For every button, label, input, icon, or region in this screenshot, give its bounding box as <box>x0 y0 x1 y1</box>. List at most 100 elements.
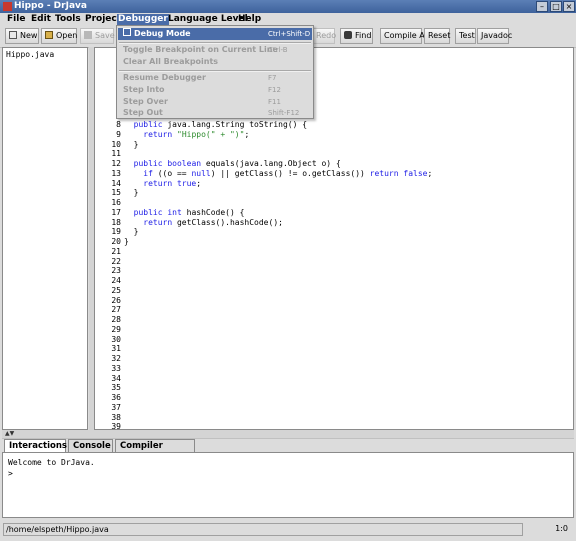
new-label: New <box>20 31 38 40</box>
checkbox-icon[interactable] <box>123 28 131 36</box>
code-line[interactable]: return "Hippo(" + ")"; <box>124 130 249 140</box>
code-token: ) || getClass() != o.getClass()) <box>210 168 370 178</box>
prompt[interactable]: > <box>8 469 13 478</box>
code-line[interactable]: return true; <box>124 179 201 189</box>
line-number: 19 <box>111 227 121 237</box>
menu-debugger[interactable]: Debugger <box>117 14 169 25</box>
menu-item-toggle-breakpoint[interactable]: Toggle Breakpoint on Current Line Ctrl-B <box>118 44 312 56</box>
file-item-hippo[interactable]: Hippo.java <box>6 50 54 59</box>
menu-item-debug-mode[interactable]: Debug Mode Ctrl+Shift-D <box>118 28 312 40</box>
code-token: public int <box>133 207 182 217</box>
menu-item-step-out[interactable]: Step Out Shift-F12 <box>118 107 312 119</box>
javadoc-label: Javadoc <box>481 31 513 40</box>
menu-item-label: Step Out <box>123 108 163 117</box>
window-title: Hippo - DrJava <box>14 1 87 11</box>
status-bar: /home/elspeth/Hippo.java 1:0 <box>0 521 576 539</box>
test-button[interactable]: Test <box>455 28 476 44</box>
menu-tools[interactable]: Tools <box>54 14 82 25</box>
find-button[interactable]: Find <box>340 28 373 44</box>
maximize-icon[interactable]: □ <box>550 1 562 12</box>
line-number: 8 <box>116 120 121 129</box>
code-line[interactable]: return getClass().hashCode(); <box>124 218 283 228</box>
reset-label: Reset <box>428 31 451 40</box>
code-token: equals(java.lang.Object o) { <box>201 159 341 168</box>
code-line[interactable]: } <box>124 188 139 198</box>
save-icon <box>84 31 92 39</box>
tab-interactions[interactable]: Interactions <box>4 439 67 452</box>
code-token: } <box>124 188 139 198</box>
shortcut-text: Shift-F12 <box>268 109 300 117</box>
line-number: 33 <box>111 363 121 373</box>
status-file-path: /home/elspeth/Hippo.java <box>3 523 523 536</box>
line-number: 37 <box>111 402 121 412</box>
code-token: return false <box>369 168 428 178</box>
tab-console[interactable]: Console <box>68 439 113 452</box>
code-token: return true <box>143 178 197 188</box>
file-tree-pane[interactable]: Hippo.java <box>2 47 88 430</box>
cursor-position: 1:0 <box>555 524 568 533</box>
menu-file[interactable]: File <box>6 14 26 25</box>
debugger-menu-dropdown: Debug Mode Ctrl+Shift-D Toggle Breakpoin… <box>116 25 314 119</box>
code-token: hashCode() { <box>181 207 245 217</box>
line-number: 27 <box>111 305 121 315</box>
close-icon[interactable]: × <box>563 1 575 12</box>
code-token: ; <box>244 129 250 139</box>
line-number: 29 <box>111 324 121 334</box>
save-button[interactable]: Save <box>80 28 115 44</box>
code-line[interactable]: } <box>124 237 129 247</box>
line-number: 34 <box>111 373 121 383</box>
line-number: 18 <box>111 217 121 227</box>
interactions-pane[interactable]: Welcome to DrJava. > <box>2 452 574 518</box>
menu-item-clear-breakpoints[interactable]: Clear All Breakpoints <box>118 56 312 68</box>
line-number: 15 <box>111 188 121 198</box>
shortcut-text: Ctrl+Shift-D <box>268 30 311 38</box>
line-number: 10 <box>111 139 121 149</box>
splitter-arrows-icon[interactable]: ▲▼ <box>5 430 14 437</box>
javadoc-button[interactable]: Javadoc <box>477 28 513 44</box>
shortcut-text: Ctrl-B <box>268 46 288 54</box>
redo-label: Redo <box>316 31 337 40</box>
code-token: } <box>124 227 139 237</box>
code-line[interactable]: } <box>124 227 139 237</box>
redo-button[interactable]: Redo <box>313 28 337 44</box>
drjava-app-icon <box>3 2 12 11</box>
code-token: public boolean <box>133 159 202 168</box>
open-button[interactable]: Open <box>41 28 77 44</box>
compile-all-label: Compile All <box>384 31 430 40</box>
minimize-icon[interactable]: – <box>536 1 548 12</box>
code-line[interactable]: public int hashCode() { <box>124 207 245 218</box>
line-number: 20 <box>111 237 121 246</box>
new-file-icon <box>9 31 17 39</box>
code-line[interactable]: public java.lang.String toString() { <box>124 120 307 130</box>
horizontal-splitter[interactable]: ▲▼ <box>2 430 574 439</box>
code-line[interactable]: if ((o == null) || getClass() != o.getCl… <box>124 169 432 179</box>
line-number: 12 <box>111 159 121 168</box>
code-token: getClass().hashCode(); <box>172 217 283 227</box>
shortcut-text: F7 <box>268 74 277 82</box>
menu-help[interactable]: Help <box>237 14 262 25</box>
line-number: 30 <box>111 334 121 344</box>
code-token: ((o == <box>152 168 192 178</box>
menu-item-label: Clear All Breakpoints <box>123 57 219 66</box>
line-number: 21 <box>111 246 121 256</box>
code-token: public <box>133 120 163 129</box>
menu-edit[interactable]: Edit <box>30 14 52 25</box>
code-line[interactable]: public boolean equals(java.lang.Object o… <box>124 159 341 169</box>
new-button[interactable]: New <box>5 28 39 44</box>
menu-item-step-into[interactable]: Step Into F12 <box>118 84 312 96</box>
binoculars-icon <box>344 31 352 39</box>
save-label: Save <box>95 31 115 40</box>
code-token: ; <box>196 178 202 188</box>
compile-all-button[interactable]: Compile All <box>380 28 429 44</box>
code-line[interactable]: } <box>124 140 139 150</box>
title-bar[interactable]: Hippo - DrJava – □ × <box>0 0 576 13</box>
menu-item-resume-debugger[interactable]: Resume Debugger F7 <box>118 72 312 84</box>
code-token: java.lang.String toString() { <box>162 120 308 129</box>
tab-compiler-output[interactable]: Compiler Output <box>115 439 195 463</box>
line-number: 17 <box>111 207 121 217</box>
reset-button[interactable]: Reset <box>424 28 450 44</box>
